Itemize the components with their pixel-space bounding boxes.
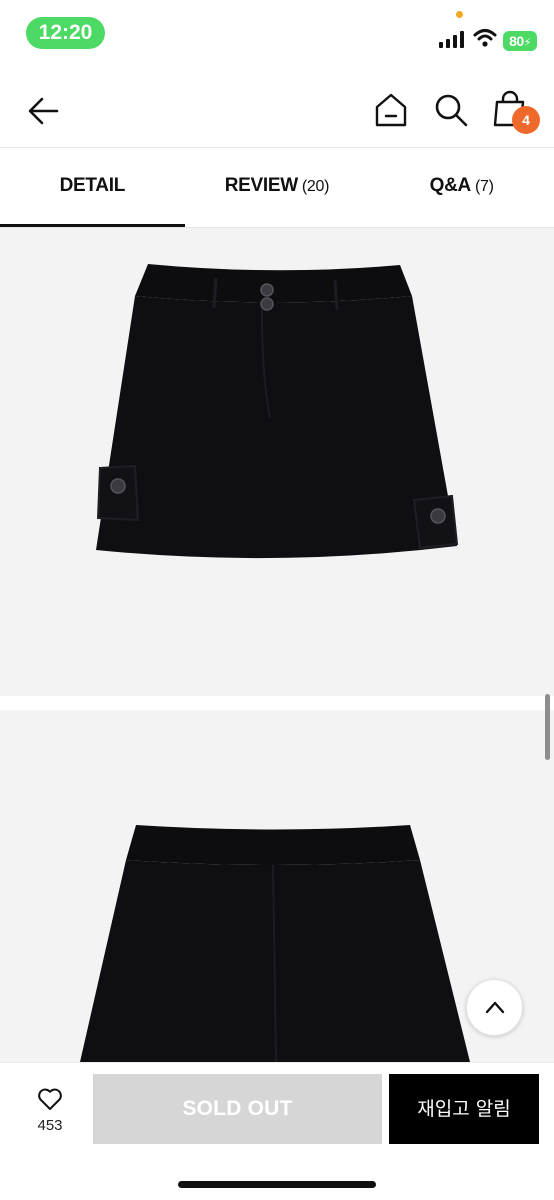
scroll-to-top-button[interactable] [466,979,523,1036]
heart-icon [38,1088,62,1110]
privacy-indicator-dot [456,11,463,18]
tab-review[interactable]: REVIEW (20) [185,148,370,228]
status-time: 12:20 [26,17,105,49]
wifi-icon [473,29,497,47]
tab-review-count: (20) [301,178,330,195]
status-bar: 12:20 80⚡ [0,0,554,66]
search-icon[interactable] [433,92,469,128]
restock-alert-button[interactable]: 재입고 알림 [389,1074,539,1144]
product-tabs: DETAIL REVIEW (20) Q&A (7) [0,148,554,228]
tab-detail[interactable]: DETAIL [0,148,185,228]
screen: 12:20 80⚡ 4 DETAIL REVIEW (20) Q&A (7) 4… [0,0,554,1200]
battery-indicator: 80⚡ [503,31,537,51]
like-count: 453 [37,1117,63,1134]
bottom-action-bar: 453 SOLD OUT 재입고 알림 [0,1062,554,1200]
charging-bolt-icon: ⚡ [523,37,532,49]
tab-qa[interactable]: Q&A (7) [369,148,554,228]
tab-qa-label: Q&A [429,175,472,196]
skirt-front-illustration [96,264,459,559]
tab-detail-label: DETAIL [59,175,126,196]
product-image-front [0,228,554,696]
top-nav [0,76,554,148]
cart-count-badge: 4 [512,106,540,134]
tab-qa-count: (7) [474,178,494,195]
scrollbar[interactable] [545,694,550,760]
home-icon[interactable] [373,92,409,128]
sold-out-button[interactable]: SOLD OUT [93,1074,382,1144]
home-indicator [178,1181,376,1188]
chevron-up-icon [485,1001,505,1014]
tab-review-label: REVIEW [224,175,298,196]
battery-level: 80 [509,33,524,49]
detail-content [0,228,554,1062]
back-arrow-icon[interactable] [26,94,60,128]
like-button[interactable]: 453 [24,1087,76,1134]
cellular-signal-icon [439,31,464,48]
